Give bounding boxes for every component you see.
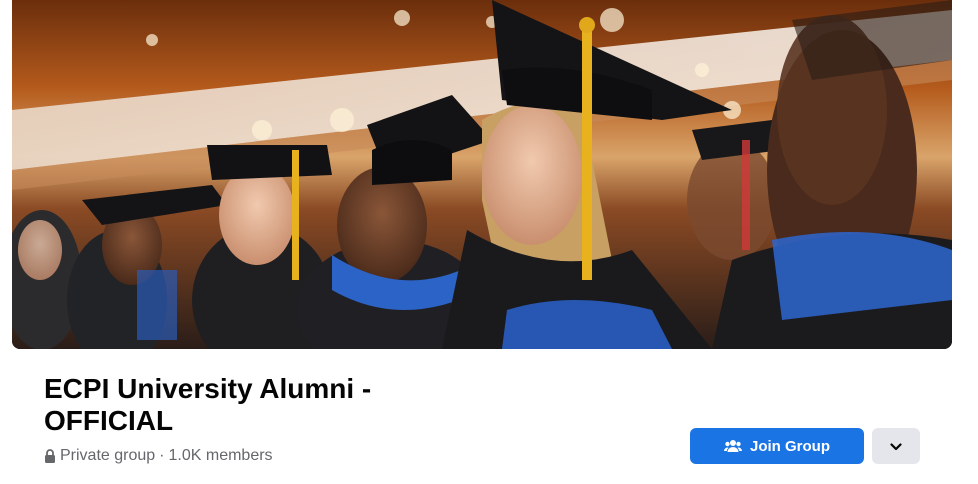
meta-separator: · <box>159 447 165 464</box>
cover-photo-illustration <box>12 0 952 349</box>
group-page: ECPI University Alumni - OFFICIAL Privat… <box>0 0 978 484</box>
group-title[interactable]: ECPI University Alumni - OFFICIAL <box>44 373 424 437</box>
chevron-down-icon <box>890 439 902 454</box>
people-icon <box>724 439 742 453</box>
lock-icon <box>44 449 56 463</box>
group-privacy[interactable]: Private group <box>60 446 155 466</box>
group-members-count[interactable]: 1.0K members <box>169 446 273 466</box>
cover-photo[interactable] <box>12 0 952 349</box>
join-group-button[interactable]: Join Group <box>690 428 864 464</box>
more-options-button[interactable] <box>872 428 920 464</box>
group-meta: Private group · 1.0K members <box>44 446 273 466</box>
join-group-label: Join Group <box>750 437 830 455</box>
